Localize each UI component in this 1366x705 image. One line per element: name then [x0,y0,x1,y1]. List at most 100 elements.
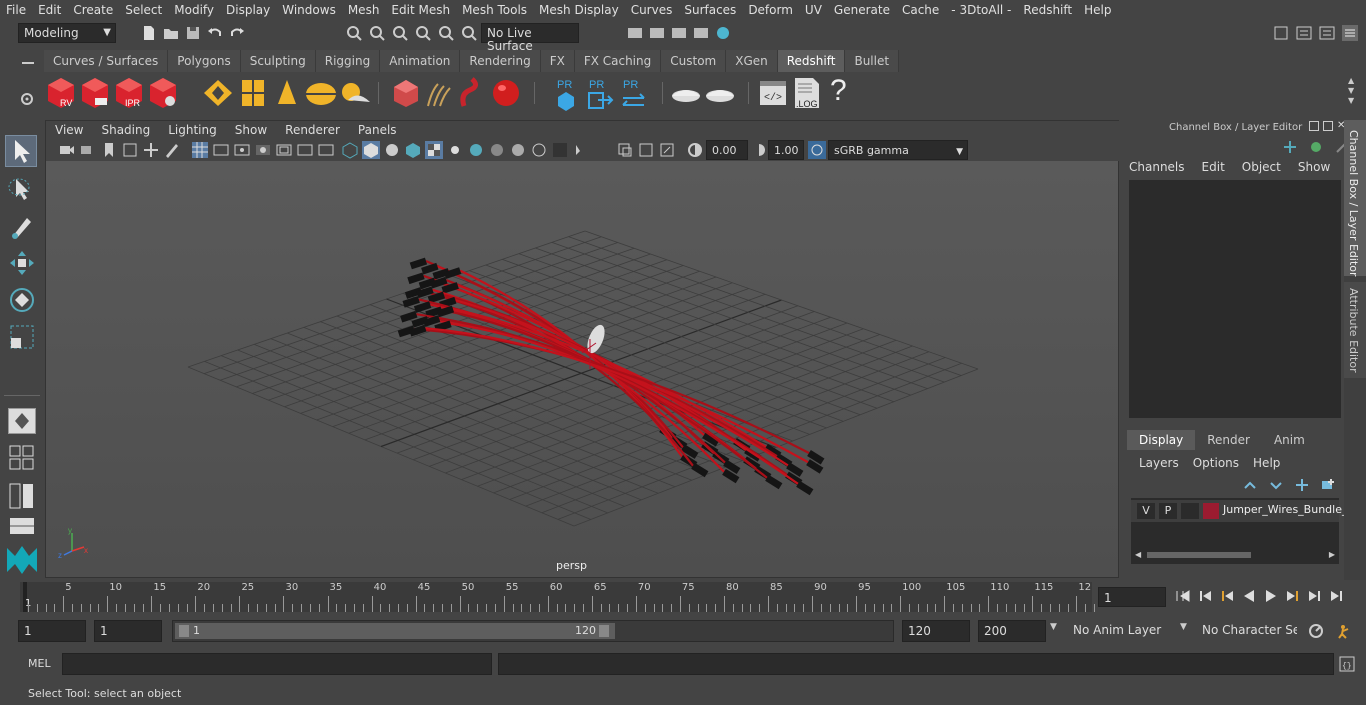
paint-select-icon[interactable] [7,212,37,242]
menu-item[interactable]: Edit Mesh [385,3,456,17]
menu-item[interactable]: Mesh Display [533,3,625,17]
film-gate-icon[interactable] [212,141,230,159]
render-settings-icon[interactable] [692,24,710,42]
viewport-menu-item[interactable]: Shading [92,123,159,137]
script-language-toggle[interactable]: MEL [28,657,51,670]
wireframe-on-shaded-icon[interactable] [383,141,401,159]
shelf-tab[interactable]: Sculpting [240,50,316,72]
viewport-menu-item[interactable]: Panels [349,123,406,137]
lasso-tool-icon[interactable] [7,175,37,205]
image-plane-icon[interactable] [121,141,139,159]
menu-item[interactable]: Modify [168,3,220,17]
volume-icon[interactable] [458,76,486,110]
proxy-cube-icon[interactable] [392,78,420,108]
snap-curve-icon[interactable] [368,24,386,42]
camera-attributes-icon[interactable] [79,141,97,159]
animation-end-field[interactable]: 200 [978,620,1046,642]
menu-item[interactable]: Help [1078,3,1117,17]
scale-tool-icon[interactable] [7,322,37,352]
hypershade-icon[interactable] [714,24,732,42]
render-view-rv-icon[interactable]: RV [46,76,76,110]
snap-surface-icon[interactable] [437,24,455,42]
snap-grid-icon[interactable] [345,24,363,42]
viewport-menu-item[interactable]: Renderer [276,123,349,137]
four-pane-layout-icon[interactable] [8,444,36,472]
menu-item[interactable]: Deform [742,3,799,17]
layer-display-type[interactable] [1181,503,1199,519]
maximize-icon[interactable] [1323,121,1333,131]
pr-cube-icon[interactable]: PR [554,76,578,112]
help-icon[interactable]: ? [830,74,847,108]
safe-title-icon[interactable] [317,141,335,159]
range-slider[interactable]: 1 120 [172,620,894,642]
motion-blur-icon[interactable] [509,141,527,159]
field-chart-icon[interactable] [275,141,293,159]
layer-menu-item[interactable]: Help [1253,456,1280,470]
bake-pie-icon[interactable] [670,78,702,108]
channel-list[interactable] [1129,180,1341,418]
current-frame-field[interactable]: 1 [1098,587,1166,607]
live-surface-field[interactable]: No Live Surface [481,23,579,53]
layer-playback-toggle[interactable]: P [1159,503,1177,519]
go-to-start-icon[interactable] [1174,587,1192,605]
shadows-icon[interactable] [467,141,485,159]
menu-item[interactable]: Mesh [342,3,386,17]
range-slider-handle[interactable]: 1 120 [175,623,615,639]
menu-item[interactable]: Select [119,3,168,17]
layer-color-swatch[interactable] [1203,503,1219,519]
tool-settings-icon[interactable] [1318,24,1336,42]
menu-item[interactable]: Redshift [1017,3,1078,17]
redshift-logo-icon[interactable] [202,78,234,108]
channel-box-side-tab[interactable]: Channel Box / Layer Editor [1344,120,1366,277]
select-tool-button[interactable] [5,135,37,167]
attribute-editor-side-tab[interactable]: Attribute Editor [1344,282,1366,378]
viewport-canvas[interactable]: y x z persp [46,161,1118,577]
auto-key-icon[interactable] [1307,622,1325,640]
viewport-menu-item[interactable]: View [46,123,92,137]
menu-item[interactable]: Edit [32,3,67,17]
time-slider[interactable]: 1 5 10 15 20 25 30 35 40 45 50 55 60 65 70 75 80 85 90 95 1… [0,580,1366,616]
pr-export-icon[interactable]: PR [586,76,614,112]
scene-3d[interactable]: y x z [46,161,1118,577]
gate-mask-icon[interactable] [254,141,272,159]
layer-scrollbar[interactable]: ◀ ▶ [1135,550,1335,560]
step-back-frame-icon[interactable] [1218,587,1236,605]
playback-start-field[interactable]: 1 [94,620,162,642]
menu-item[interactable]: Curves [625,3,679,17]
spot-light-icon[interactable] [274,78,300,108]
shelf-tab[interactable]: XGen [726,50,778,72]
menu-item[interactable]: Generate [828,3,896,17]
step-forward-key-icon[interactable] [1306,587,1324,605]
snap-point-icon[interactable] [391,24,409,42]
ipr-icon[interactable]: IPR [114,76,144,110]
move-tool-icon[interactable] [7,248,37,278]
new-scene-icon[interactable] [140,24,158,42]
snap-view-icon[interactable] [414,24,432,42]
command-input[interactable] [62,653,492,675]
viewport-menu-item[interactable]: Show [226,123,276,137]
render-settings-shelf-icon[interactable] [148,76,178,110]
shelf-tab[interactable]: Rigging [315,50,381,72]
color-management-icon[interactable] [808,141,826,159]
ipr-render-icon[interactable] [670,24,688,42]
shelf-tab[interactable]: Polygons [168,50,241,72]
move-layer-down-icon[interactable] [1267,476,1285,494]
grease-pencil-icon[interactable] [163,141,181,159]
script-editor-button-icon[interactable]: {} [1338,655,1356,673]
ambient-occlusion-icon[interactable] [488,141,506,159]
viewport-menu-item[interactable]: Lighting [159,123,226,137]
range-start-grip[interactable] [179,625,189,637]
jumper-wires-bundle[interactable] [397,257,825,496]
gear-icon[interactable] [18,90,36,108]
animation-preferences-icon[interactable] [1336,622,1354,640]
shelf-menu-icon[interactable] [22,62,34,64]
grid-tiles-icon[interactable] [240,78,266,108]
menu-item[interactable]: Display [220,3,276,17]
redo-icon[interactable] [228,24,246,42]
render-view-icon[interactable] [626,24,644,42]
rotate-tool-icon[interactable] [7,285,37,315]
shelf-tab[interactable]: Rendering [460,50,541,72]
channelbox-menu-item[interactable]: Edit [1202,160,1225,174]
layer-menu-item[interactable]: Options [1193,456,1239,470]
script-editor-icon[interactable]: </> [758,78,788,108]
